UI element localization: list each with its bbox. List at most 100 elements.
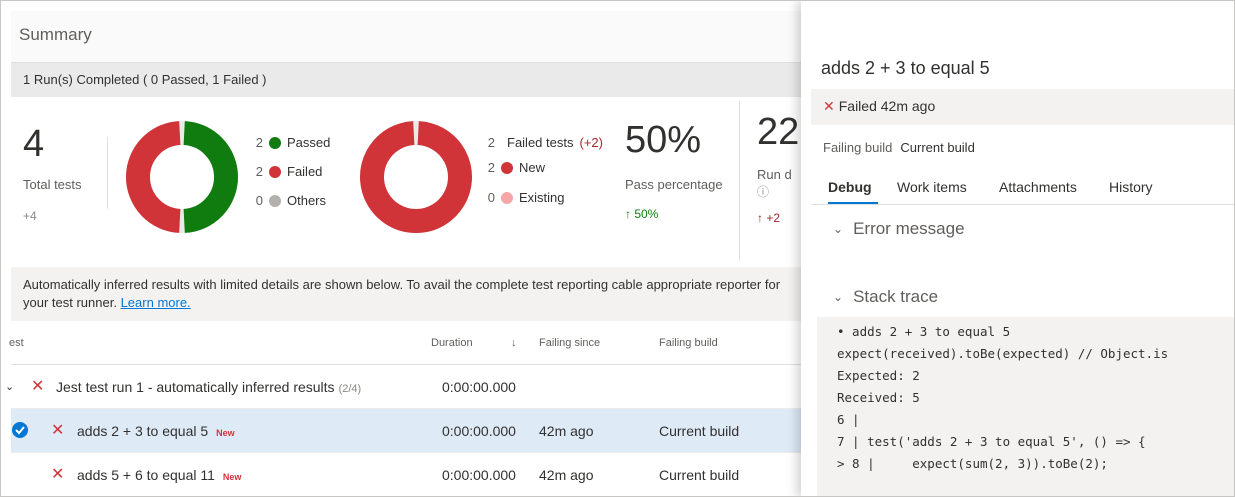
new-badge: New [222, 472, 242, 482]
passed-dot-icon [269, 136, 281, 149]
test-failing-since: 42m ago [539, 467, 594, 483]
donut-segment-failed [126, 121, 182, 233]
existing-dot-icon [501, 191, 513, 204]
donut-segment-new [360, 121, 472, 233]
tab-debug[interactable]: Debug [828, 179, 872, 195]
test-name: adds 5 + 6 to equal 11 [77, 467, 215, 483]
total-tests-delta: +4 [23, 209, 37, 223]
active-tab-indicator [828, 202, 878, 204]
section-label: Error message [853, 219, 965, 238]
learn-more-link[interactable]: Learn more. [121, 295, 191, 310]
legend-label: Passed [287, 135, 331, 150]
legend-label: Failed [287, 164, 323, 179]
table-row[interactable]: ✕ adds 5 + 6 to equal 11 New 0:00:00.000 … [11, 453, 811, 496]
test-name-wrap: adds 5 + 6 to equal 11 New [77, 467, 241, 483]
group-duration: 0:00:00.000 [442, 379, 516, 395]
col-failing-since[interactable]: Failing since [539, 337, 600, 349]
others-dot-icon [269, 194, 281, 207]
legend-count: 2 [255, 135, 263, 150]
failed-donut-chart [360, 121, 472, 233]
donut-segment-passed [182, 121, 238, 233]
group-label-wrap: Jest test run 1 - automatically inferred… [56, 379, 361, 395]
test-failing-since: 42m ago [539, 423, 594, 439]
tab-history[interactable]: History [1109, 179, 1153, 195]
test-duration: 0:00:00.000 [442, 467, 516, 483]
legend-failed: 2 Failed [249, 164, 323, 179]
stack-trace-code: • adds 2 + 3 to equal 5 expect(received).… [817, 317, 1234, 496]
failed-tests-delta: (+2) [579, 135, 603, 150]
group-row[interactable]: ⌄ ✕ Jest test run 1 - automatically infe… [5, 365, 811, 409]
failed-x-icon: ✕ [823, 98, 835, 114]
run-duration-label: Run d [757, 167, 792, 182]
failing-build-label: Failing build [823, 140, 893, 155]
section-label: Stack trace [853, 287, 939, 306]
stack-trace-section[interactable]: ⌄ Stack trace [833, 287, 938, 307]
new-dot-icon [501, 161, 513, 174]
col-test[interactable]: est [9, 337, 24, 349]
chevron-down-icon[interactable]: ⌄ [833, 290, 843, 304]
stack-line: • adds 2 + 3 to equal 5 [837, 324, 1011, 339]
col-failing-build[interactable]: Failing build [659, 337, 718, 349]
stack-line: 7 | test('adds 2 + 3 to equal 5', () => … [837, 434, 1146, 449]
test-failing-build: Current build [659, 467, 740, 483]
legend-existing: 0 Existing [481, 190, 565, 205]
info-icon[interactable]: ⓘ [757, 183, 769, 200]
total-tests-count: 4 [23, 123, 45, 165]
legend-count: 2 [487, 160, 495, 175]
stats-panel: 4 Total tests +4 2 Passed 2 Failed 0 Oth… [11, 97, 811, 267]
runs-status-bar: 1 Run(s) Completed ( 0 Passed, 1 Failed … [11, 63, 811, 97]
detail-tabs: Debug Work items Attachments History [811, 167, 1234, 205]
divider [107, 137, 108, 209]
run-duration-delta: ↑ +2 [757, 211, 781, 225]
legend-count: 0 [255, 193, 263, 208]
legend-new: 2 New [481, 160, 545, 175]
error-message-section[interactable]: ⌄ Error message [833, 219, 965, 239]
test-results-page: Summary 1 Run(s) Completed ( 0 Passed, 1… [0, 0, 1235, 497]
legend-count: 2 [487, 135, 495, 150]
sort-arrow-icon[interactable]: ↓ [511, 337, 517, 349]
col-duration[interactable]: Duration [431, 337, 473, 349]
legend-failed-tests: 2 Failed tests (+2) [481, 135, 603, 150]
failed-dot-icon [269, 165, 281, 178]
failed-x-icon: ✕ [51, 422, 65, 439]
group-count: (2/4) [338, 383, 362, 395]
stack-line: 6 | [837, 412, 860, 427]
legend-count: 2 [255, 164, 263, 179]
selected-check-icon[interactable] [11, 421, 29, 439]
pass-percentage-delta: ↑ 50% [625, 207, 659, 221]
legend-label: Others [287, 193, 327, 208]
total-tests-label: Total tests [23, 177, 82, 192]
test-failing-build: Current build [659, 423, 740, 439]
summary-header: Summary [11, 11, 811, 63]
stack-line: expect(received).toBe(expected) // Objec… [837, 346, 1169, 361]
failed-x-icon: ✕ [31, 378, 45, 395]
run-duration-value: 22 [757, 111, 800, 153]
legend-label: Failed tests [507, 135, 574, 150]
stack-line: Received: 5 [837, 390, 920, 405]
legend-passed: 2 Passed [249, 135, 331, 150]
pass-percentage-value: 50% [625, 119, 702, 161]
group-label: Jest test run 1 - automatically inferred… [56, 379, 335, 395]
chevron-down-icon[interactable]: ⌄ [5, 380, 14, 393]
failed-x-icon: ✕ [51, 466, 65, 483]
legend-others: 0 Others [249, 193, 326, 208]
tab-work-items[interactable]: Work items [897, 179, 967, 195]
table-row[interactable]: ✕ adds 2 + 3 to equal 5 New 0:00:00.000 4… [11, 409, 811, 453]
failing-build-row: Failing build Current build [823, 140, 975, 155]
failing-build-value: Current build [900, 140, 975, 155]
inferred-results-info-bar: Automatically inferred results with limi… [11, 267, 811, 321]
new-badge: New [216, 428, 235, 438]
chevron-down-icon[interactable]: ⌄ [833, 222, 843, 236]
test-name-wrap: adds 2 + 3 to equal 5 New [77, 423, 235, 439]
divider [739, 101, 740, 261]
test-name: adds 2 + 3 to equal 5 [77, 423, 209, 439]
pass-percentage-label: Pass percentage [625, 177, 723, 192]
summary-title: Summary [19, 25, 92, 44]
detail-status-bar: ✕ Failed 42m ago [811, 89, 1234, 125]
legend-count: 0 [487, 190, 495, 205]
test-duration: 0:00:00.000 [442, 423, 516, 439]
legend-label: New [519, 160, 546, 175]
tab-attachments[interactable]: Attachments [999, 179, 1077, 195]
detail-title: adds 2 + 3 to equal 5 [821, 58, 990, 78]
legend-label: Existing [519, 190, 565, 205]
